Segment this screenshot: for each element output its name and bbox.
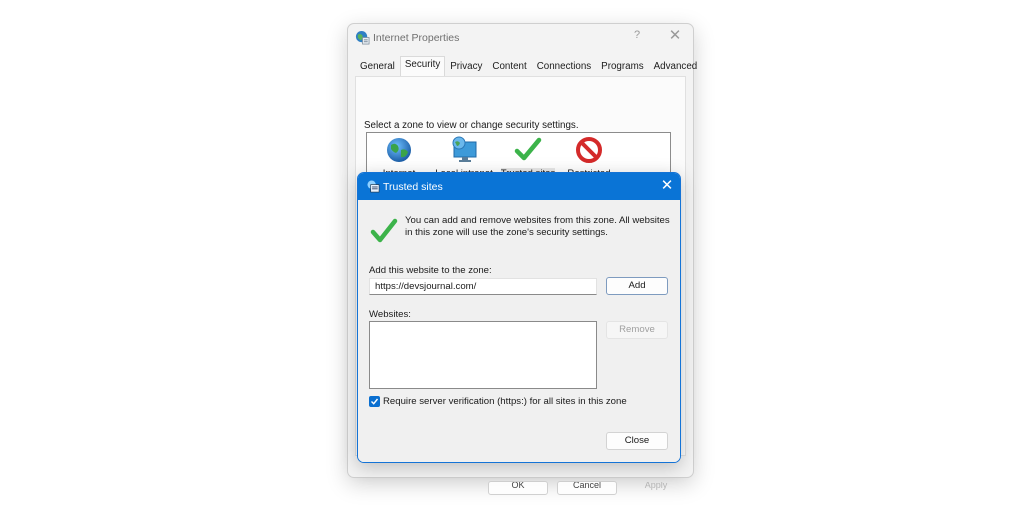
trusted-sites-app-icon	[367, 180, 380, 193]
close-button[interactable]: Close	[606, 432, 668, 450]
dialog-title-bar: Trusted sites ✕	[358, 173, 680, 200]
add-website-label: Add this website to the zone:	[369, 265, 492, 276]
dialog-close-icon[interactable]: ✕	[658, 177, 676, 195]
dialog-body: You can add and remove websites from thi…	[358, 200, 680, 462]
window-close-button[interactable]: ✕	[666, 27, 684, 45]
cancel-button[interactable]: Cancel	[557, 481, 617, 495]
internet-properties-icon	[355, 30, 370, 45]
checkmark-icon	[514, 137, 542, 161]
remove-button[interactable]: Remove	[606, 321, 668, 339]
websites-label: Websites:	[369, 309, 411, 320]
tab-general[interactable]: General	[355, 58, 400, 76]
globe-icon	[387, 138, 411, 162]
add-button[interactable]: Add	[606, 277, 668, 295]
zone-description: You can add and remove websites from thi…	[405, 215, 670, 238]
website-url-input[interactable]	[369, 278, 597, 295]
tab-content[interactable]: Content	[487, 58, 531, 76]
dialog-title: Trusted sites	[383, 181, 443, 193]
websites-list[interactable]	[369, 321, 597, 389]
prohibited-icon	[576, 137, 602, 163]
checkbox-check-icon	[371, 398, 379, 405]
tab-programs[interactable]: Programs	[596, 58, 648, 76]
tab-privacy[interactable]: Privacy	[445, 58, 487, 76]
require-https-checkbox-row[interactable]: Require server verification (https:) for…	[369, 396, 627, 407]
tab-advanced[interactable]: Advanced	[649, 58, 703, 76]
title-bar: Internet Properties ? ✕	[348, 24, 693, 52]
require-https-label: Require server verification (https:) for…	[383, 396, 627, 407]
trusted-sites-dialog: Trusted sites ✕ You can add and remove w…	[357, 172, 681, 463]
help-button[interactable]: ?	[630, 29, 644, 45]
network-monitor-icon	[452, 136, 477, 162]
zone-prompt: Select a zone to view or change security…	[364, 120, 579, 131]
apply-button[interactable]: Apply	[626, 481, 686, 495]
tab-connections[interactable]: Connections	[532, 58, 596, 76]
require-https-checkbox[interactable]	[369, 396, 380, 407]
window-title: Internet Properties	[373, 32, 460, 44]
tab-strip: General Security Privacy Content Connect…	[355, 56, 703, 76]
ok-button[interactable]: OK	[488, 481, 548, 495]
tab-security[interactable]: Security	[399, 56, 446, 76]
checkmark-icon	[370, 218, 398, 243]
